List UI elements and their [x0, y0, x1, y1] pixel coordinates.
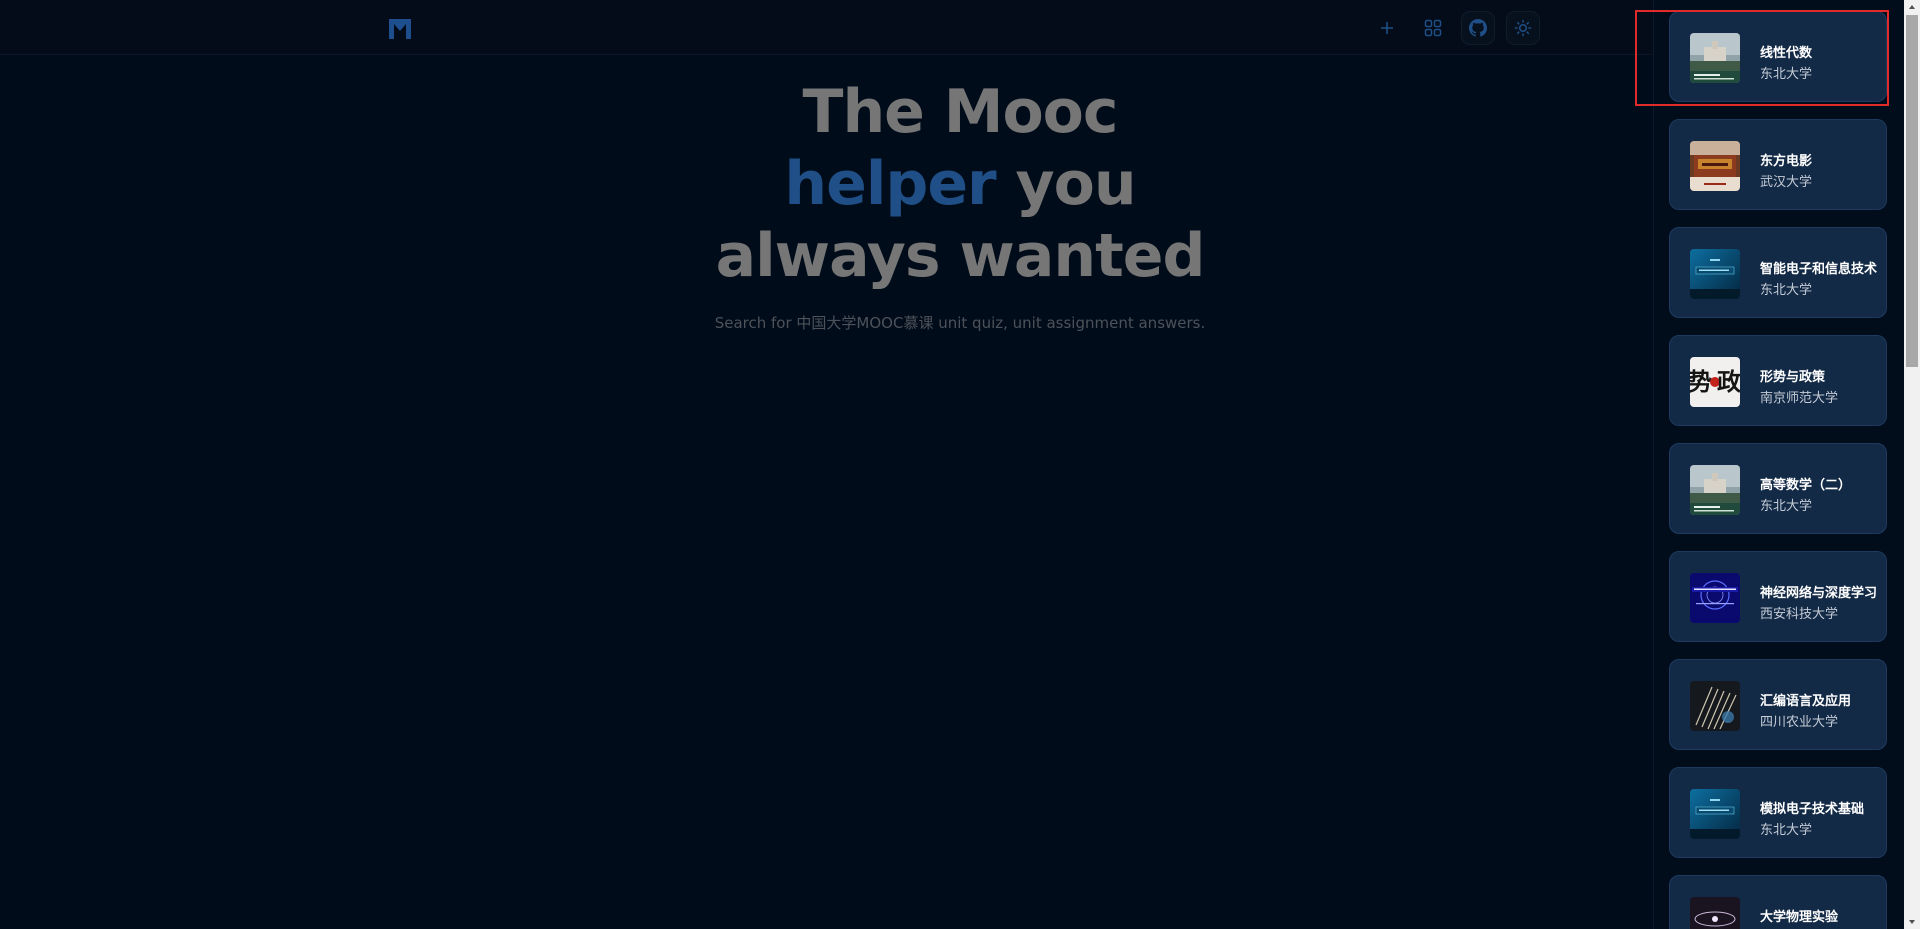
- course-school: 东北大学: [1760, 499, 1813, 514]
- course-thumbnail: [1690, 897, 1740, 929]
- course-title: 神经网络与深度学习: [1760, 586, 1878, 601]
- hero-accent-word: helper: [784, 149, 996, 219]
- sun-icon: [1514, 19, 1532, 37]
- svg-text:政: 政: [1717, 368, 1740, 396]
- course-title: 高等数学（二）: [1760, 478, 1852, 493]
- scroll-up-arrow[interactable]: [1904, 0, 1920, 14]
- course-school: 西安科技大学: [1760, 607, 1839, 622]
- add-button[interactable]: [1370, 11, 1404, 45]
- course-title: 线性代数: [1760, 46, 1813, 61]
- course-title: 智能电子和信息技术: [1760, 262, 1878, 277]
- mooc-helper-logo-icon[interactable]: [386, 15, 414, 41]
- course-card[interactable]: 汇编语言及应用 四川农业大学: [1669, 659, 1887, 750]
- triangle-down-icon: [1909, 920, 1915, 924]
- courses-grid-button[interactable]: [1416, 11, 1450, 45]
- hero-line-1: The Mooc: [802, 77, 1119, 147]
- course-title: 汇编语言及应用: [1760, 694, 1852, 709]
- scroll-thumb[interactable]: [1906, 15, 1918, 367]
- github-button[interactable]: [1461, 11, 1495, 45]
- hero-subtitle: Search for 中国大学MOOC慕课 unit quiz, unit as…: [714, 314, 1206, 332]
- plus-icon: [1381, 22, 1393, 34]
- course-school: 东北大学: [1760, 283, 1813, 298]
- course-title: 东方电影: [1760, 154, 1813, 169]
- course-thumbnail: [1690, 141, 1740, 191]
- course-card[interactable]: 势政 形势与政策南京师范大学: [1669, 335, 1887, 426]
- triangle-up-icon: [1909, 5, 1915, 9]
- page-scrollbar[interactable]: [1904, 0, 1920, 929]
- course-thumbnail: [1690, 789, 1740, 839]
- course-card[interactable]: 模拟电子技术基础 东北大学: [1669, 767, 1887, 858]
- hero-heading: The Mooc helper you always wanted: [0, 76, 1920, 292]
- scroll-down-arrow[interactable]: [1904, 915, 1920, 929]
- github-icon: [1469, 19, 1487, 37]
- grid-icon: [1424, 19, 1442, 37]
- course-thumbnail: [1690, 573, 1740, 623]
- course-card[interactable]: 线性代数 东北大学: [1669, 11, 1887, 102]
- course-school: 东北大学: [1760, 67, 1813, 82]
- course-school: 南京师范大学: [1760, 391, 1839, 406]
- course-card[interactable]: 大学物理实验国防科技大学: [1669, 875, 1887, 929]
- course-title: 模拟电子技术基础: [1760, 802, 1865, 817]
- svg-text:势: 势: [1690, 368, 1712, 396]
- course-thumbnail: 势政: [1690, 357, 1740, 407]
- course-card[interactable]: 智能电子和信息技术 东北大学: [1669, 227, 1887, 318]
- course-title: 大学物理实验: [1760, 910, 1839, 925]
- course-thumbnail: [1690, 681, 1740, 731]
- course-school: 东北大学: [1760, 823, 1813, 838]
- course-drawer: 线性代数 东北大学 东方电影 武汉大学 智能电子和信息技术 东北大学势政形势与政策 南京师范…: [1653, 0, 1904, 929]
- course-thumbnail: [1690, 249, 1740, 299]
- main-page: The Mooc helper you always wanted Search…: [0, 0, 1653, 929]
- course-thumbnail: [1690, 33, 1740, 83]
- theme-toggle-button[interactable]: [1506, 11, 1540, 45]
- course-thumbnail: [1690, 465, 1740, 515]
- course-school: 武汉大学: [1760, 175, 1813, 190]
- course-school: 四川农业大学: [1760, 715, 1839, 730]
- course-title: 形势与政策: [1760, 370, 1826, 385]
- hero-line-2-rest: you: [995, 149, 1137, 219]
- hero-line-3: always wanted: [715, 221, 1206, 291]
- hero-line-2: helper you: [0, 148, 1920, 220]
- course-card[interactable]: 高等数学（二） 东北大学: [1669, 443, 1887, 534]
- course-card[interactable]: 神经网络与深度学习 西安科技大学: [1669, 551, 1887, 642]
- top-navbar: [0, 0, 1653, 55]
- course-card[interactable]: 东方电影 武汉大学: [1669, 119, 1887, 210]
